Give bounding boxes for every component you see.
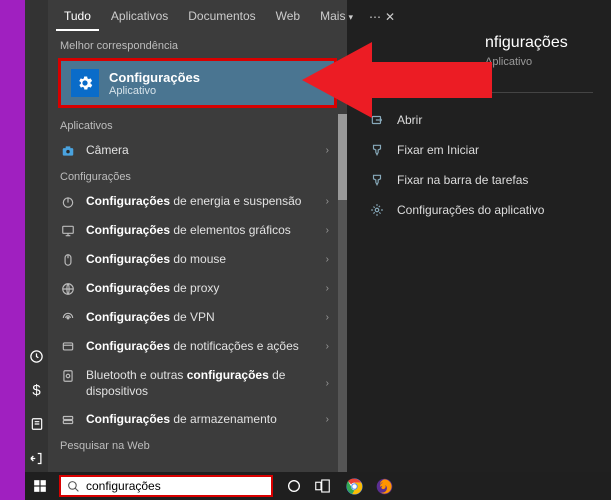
result-item[interactable]: Configurações de notificações e ações › [48,332,347,361]
search-input[interactable] [86,479,265,493]
detail-subtitle: Aplicativo [365,56,593,68]
detail-action[interactable]: Configurações do aplicativo [365,195,593,225]
rail-dollar-icon[interactable]: $ [29,382,45,398]
detail-title: nfigurações [365,34,593,52]
detail-panel: nfigurações Aplicativo Abrir Fixar em Ini… [347,0,611,472]
chevron-right-icon: › [326,196,329,207]
result-label: Configurações de proxy [86,280,219,296]
storage-icon [60,412,76,428]
tab-docs[interactable]: Documentos [180,3,263,31]
taskbar-taskview-icon[interactable] [313,475,335,497]
best-match-result[interactable]: Configurações Aplicativo [58,58,337,108]
result-label: Bluetooth e outras configurações de disp… [86,367,316,399]
result-label: Configurações de armazenamento [86,411,277,427]
action-label: Abrir [397,113,422,127]
best-match-title: Configurações [109,70,200,85]
notify-icon [60,339,76,355]
result-item[interactable]: Configurações de elementos gráficos › [48,216,347,245]
open-icon [369,112,385,128]
chevron-right-icon: › [326,378,329,389]
search-results-panel: Tudo Aplicativos Documentos Web Mais ⋯ ✕… [48,0,347,472]
rail-signout-icon[interactable] [29,450,45,466]
section-apps: Aplicativos [48,114,347,136]
power-icon [60,194,76,210]
rail-notes-icon[interactable] [29,416,45,432]
search-icon [67,480,80,493]
chevron-right-icon: › [326,254,329,265]
detail-action[interactable]: Fixar na barra de tarefas [365,165,593,195]
taskbar [25,472,611,500]
tab-apps[interactable]: Aplicativos [103,3,176,31]
section-web: Pesquisar na Web [48,434,347,456]
result-label: Configurações do mouse [86,251,226,267]
action-label: Fixar em Iniciar [397,143,479,157]
taskbar-firefox-icon[interactable] [373,475,395,497]
more-options-icon[interactable]: ⋯ [369,4,381,30]
chevron-right-icon: › [326,225,329,236]
results-list: Aplicativos Câmera › Configurações Config… [48,114,347,472]
chevron-right-icon: › [326,145,329,156]
gear-icon [71,69,99,97]
result-label: Câmera [86,142,129,158]
result-label: Configurações de elementos gráficos [86,222,291,238]
chevron-right-icon: › [326,414,329,425]
mouse-icon [60,252,76,268]
globe-icon [60,281,76,297]
result-label: Configurações de notificações e ações [86,338,299,354]
taskbar-cortana-icon[interactable] [283,475,305,497]
tab-web[interactable]: Web [268,3,308,31]
pin-start-icon [369,142,385,158]
result-item[interactable]: Configurações de armazenamento › [48,405,347,434]
vpn-icon [60,310,76,326]
search-tabs: Tudo Aplicativos Documentos Web Mais ⋯ ✕ [48,0,347,34]
section-best-match: Melhor correspondência [48,34,347,56]
close-icon[interactable]: ✕ [385,4,395,30]
detail-action[interactable]: Fixar em Iniciar [365,135,593,165]
action-label: Configurações do aplicativo [397,203,544,217]
chevron-right-icon: › [326,341,329,352]
result-label: Configurações de energia e suspensão [86,193,301,209]
chevron-right-icon: › [326,283,329,294]
rail-clock-icon[interactable] [29,348,45,364]
separator [365,92,593,93]
result-item[interactable]: Câmera › [48,136,347,165]
pin-task-icon [369,172,385,188]
result-label: Configurações de VPN [86,309,215,325]
start-left-rail: $ [25,0,48,472]
taskbar-search-box[interactable] [59,475,273,497]
start-button[interactable] [25,472,55,500]
bluetooth-icon [60,368,76,384]
result-item[interactable]: Configurações de energia e suspensão › [48,187,347,216]
chevron-right-icon: › [326,312,329,323]
result-item[interactable]: Configurações do mouse › [48,245,347,274]
best-match-subtitle: Aplicativo [109,85,200,97]
tab-more[interactable]: Mais [312,3,361,31]
result-item[interactable]: Bluetooth e outras configurações de disp… [48,361,347,405]
action-label: Fixar na barra de tarefas [397,173,528,187]
result-item[interactable]: Configurações de VPN › [48,303,347,332]
display-icon [60,223,76,239]
detail-action[interactable]: Abrir [365,105,593,135]
camera-icon [60,143,76,159]
tab-all[interactable]: Tudo [56,3,99,31]
result-item[interactable]: Configurações de proxy › [48,274,347,303]
scrollbar-thumb[interactable] [338,114,347,200]
section-settings: Configurações [48,165,347,187]
taskbar-chrome-icon[interactable] [343,475,365,497]
gear-icon [369,202,385,218]
